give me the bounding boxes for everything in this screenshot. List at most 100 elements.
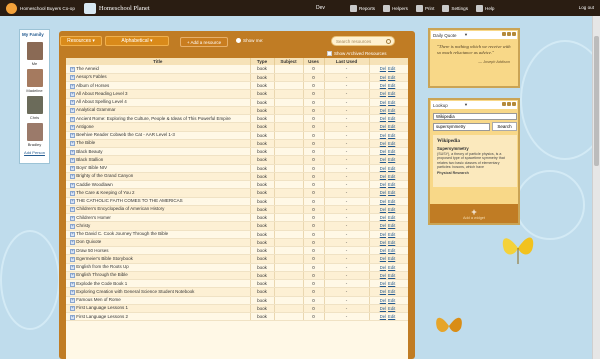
cell-title[interactable]: + Black Stallion [66, 155, 251, 165]
table-row[interactable]: + The David C. Cook Journey Through the … [66, 230, 408, 239]
resource-title[interactable]: The Bible [76, 140, 95, 145]
edit-link[interactable]: Edit [388, 75, 395, 80]
expand-icon[interactable]: + [70, 232, 75, 238]
add-resource-button[interactable]: + Add a resource [180, 37, 228, 47]
delete-link[interactable]: Del [380, 108, 386, 113]
nav-help[interactable]: Help [476, 4, 494, 12]
col-uses[interactable]: Uses [303, 58, 325, 65]
expand-icon[interactable]: + [70, 116, 75, 122]
family-member[interactable]: Me [20, 42, 49, 66]
table-row[interactable]: + Don Quixote book 0- Del Edit [66, 238, 408, 248]
delete-link[interactable]: Del [380, 273, 386, 278]
delete-link[interactable]: Del [380, 199, 386, 204]
family-member[interactable]: Chris [20, 96, 49, 120]
cell-title[interactable]: + English Through the Bible [66, 271, 251, 281]
cell-title[interactable]: + Christy [66, 221, 251, 231]
expand-icon[interactable]: + [70, 149, 75, 155]
resource-title[interactable]: Explode the Code Book 1 [76, 281, 127, 286]
resource-title[interactable]: Album of Horses [76, 83, 109, 88]
table-row[interactable]: + English from the Roots Up book 0- Del Edit [66, 263, 408, 272]
edit-link[interactable]: Edit [388, 281, 395, 286]
delete-link[interactable]: Del [380, 215, 386, 220]
edit-link[interactable]: Edit [388, 166, 395, 171]
cell-title[interactable]: + Beehive Reader Cobweb the Cat - AAR Le… [66, 131, 251, 140]
show-me-filter[interactable]: Show me: [236, 38, 263, 43]
delete-link[interactable]: Del [380, 133, 386, 138]
cell-title[interactable]: + The Aeneid [66, 65, 251, 74]
edit-link[interactable]: Edit [388, 306, 395, 311]
table-row[interactable]: + Analytical Grammar book 0- Del Edit [66, 106, 408, 116]
cell-title[interactable]: + Album of Horses [66, 81, 251, 91]
edit-link[interactable]: Edit [388, 289, 395, 294]
cell-title[interactable]: + Boys' Bible NIV [66, 164, 251, 173]
resource-title[interactable]: Boys' Bible NIV [76, 165, 107, 170]
expand-icon[interactable]: + [70, 174, 75, 180]
table-row[interactable]: + The Bible book 0- Del Edit [66, 139, 408, 149]
expand-icon[interactable]: + [70, 157, 75, 163]
delete-link[interactable]: Del [380, 232, 386, 237]
edit-link[interactable]: Edit [388, 240, 395, 245]
edit-link[interactable]: Edit [388, 215, 395, 220]
table-row[interactable]: + Album of Horses book 0- Del Edit [66, 81, 408, 91]
delete-link[interactable]: Del [380, 75, 386, 80]
edit-link[interactable]: Edit [388, 273, 395, 278]
cell-title[interactable]: + The Bible [66, 139, 251, 149]
family-member[interactable]: Bradley [20, 123, 49, 147]
add-person-link[interactable]: Add Person [20, 150, 49, 155]
delete-link[interactable]: Del [380, 166, 386, 171]
edit-link[interactable]: Edit [388, 149, 395, 154]
edit-link[interactable]: Edit [388, 91, 395, 96]
nav-reports[interactable]: Reports [350, 4, 375, 12]
cell-title[interactable]: + Antigone [66, 122, 251, 132]
nav-print[interactable]: Print [415, 4, 434, 12]
resource-title[interactable]: English from the Roots Up [76, 264, 129, 269]
table-row[interactable]: + Children's Encyclopedia of American Hi… [66, 205, 408, 215]
delete-link[interactable]: Del [380, 157, 386, 162]
table-row[interactable]: + All About Reading Level 3 book 0- Del Edit [66, 89, 408, 99]
edit-link[interactable]: Edit [388, 83, 395, 88]
table-row[interactable]: + Egermeier's Bible Storybook book 0- Del Ed… [66, 254, 408, 264]
expand-icon[interactable]: + [70, 66, 75, 72]
search-input[interactable]: Search resources [331, 36, 395, 46]
expand-icon[interactable]: + [70, 215, 75, 221]
table-row[interactable]: + Children's Homer book 0- Del Edit [66, 213, 408, 223]
col-subject[interactable]: Subject [274, 58, 304, 65]
resource-title[interactable]: The David C. Cook Journey Through the Bi… [76, 231, 168, 236]
cell-title[interactable]: + Analytical Grammar [66, 106, 251, 116]
edit-link[interactable]: Edit [388, 100, 395, 105]
expand-icon[interactable]: + [70, 124, 75, 130]
edit-link[interactable]: Edit [388, 141, 395, 146]
edit-link[interactable]: Edit [388, 207, 395, 212]
resource-title[interactable]: All About Reading Level 3 [76, 91, 128, 96]
table-row[interactable]: + Antigone book 0- Del Edit [66, 122, 408, 132]
cell-title[interactable]: + First Language Lessons 1 [66, 304, 251, 314]
resource-title[interactable]: Children's Encyclopedia of American Hist… [76, 206, 164, 211]
resource-title[interactable]: Ancient Rome: Exploring the Culture, Peo… [76, 116, 231, 121]
expand-icon[interactable]: + [70, 133, 75, 139]
cell-title[interactable]: + All About Spelling Level 4 [66, 98, 251, 107]
settings-icon[interactable] [507, 32, 511, 36]
edit-link[interactable]: Edit [388, 174, 395, 179]
expand-icon[interactable]: + [70, 108, 75, 114]
nav-settings[interactable]: Settings [442, 4, 468, 12]
expand-icon[interactable]: + [70, 100, 75, 106]
resource-title[interactable]: Black Stallion [76, 157, 103, 162]
delete-link[interactable]: Del [380, 91, 386, 96]
family-member[interactable]: Madeline [20, 69, 49, 93]
table-row[interactable]: + Draw 50 Horses book 0- Del Edit [66, 246, 408, 256]
cell-title[interactable]: + Brighty of the Grand Canyon [66, 172, 251, 182]
edit-link[interactable]: Edit [388, 108, 395, 113]
delete-link[interactable]: Del [380, 289, 386, 294]
page-scrollbar[interactable] [592, 16, 600, 359]
edit-link[interactable]: Edit [388, 133, 395, 138]
resource-title[interactable]: The Care & Keeping of You 2 [76, 190, 134, 195]
edit-link[interactable]: Edit [388, 190, 395, 195]
expand-icon[interactable]: + [70, 281, 75, 287]
expand-icon[interactable]: + [70, 190, 75, 196]
cell-title[interactable]: + Draw 50 Horses [66, 246, 251, 256]
delete-link[interactable]: Del [380, 281, 386, 286]
resource-title[interactable]: Analytical Grammar [76, 107, 116, 112]
expand-icon[interactable]: + [70, 314, 75, 320]
delete-link[interactable]: Del [380, 124, 386, 129]
expand-icon[interactable]: + [70, 306, 75, 312]
